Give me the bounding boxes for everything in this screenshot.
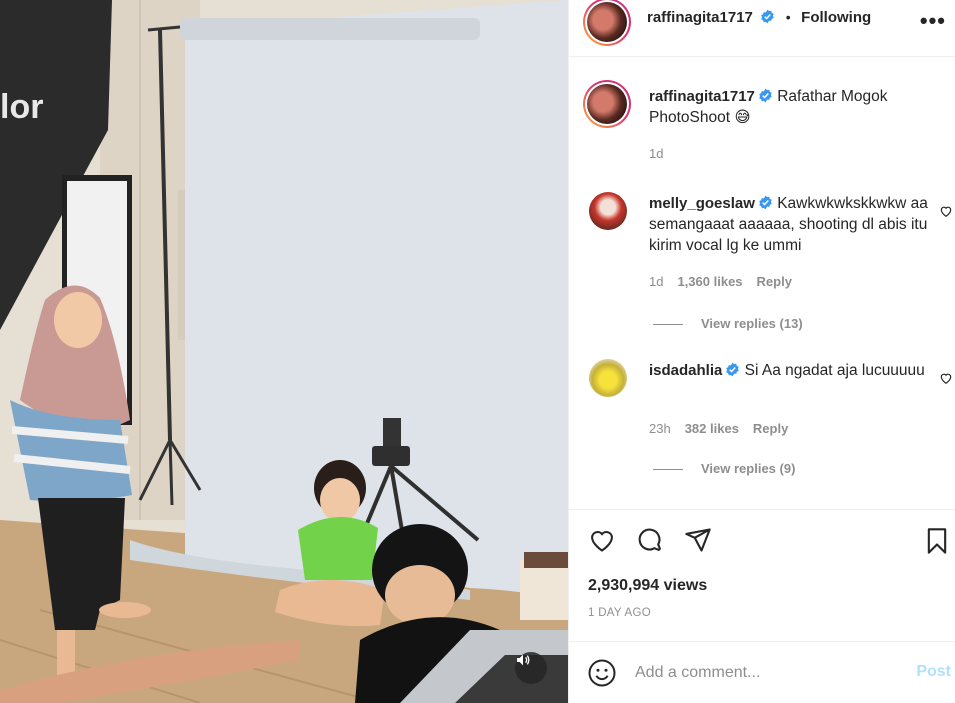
comment-meta: 23h 382 likes Reply: [649, 421, 802, 436]
view-replies-button[interactable]: View replies (9): [653, 461, 795, 476]
author-avatar[interactable]: [583, 0, 631, 46]
comment-item: melly_goeslaw Kawkwkwkskkwkw aa semangaa…: [583, 192, 953, 342]
post-header: raffinagita1717 • Following •••: [569, 0, 955, 57]
verified-badge-icon: [759, 88, 772, 103]
comment-reply-button[interactable]: Reply: [757, 274, 792, 289]
post-comment-button[interactable]: Post: [916, 663, 951, 681]
comment-composer: Post: [569, 641, 955, 703]
separator-dot: •: [785, 9, 791, 25]
comment-input[interactable]: [635, 660, 905, 686]
post-video[interactable]: lor: [0, 0, 568, 703]
comment-reply-button[interactable]: Reply: [753, 421, 788, 436]
comment-body: melly_goeslaw Kawkwkwkskkwkw aa semangaa…: [649, 193, 929, 256]
more-dots-icon[interactable]: •••: [920, 8, 946, 34]
comment-like-heart-icon[interactable]: [939, 204, 953, 218]
mute-toggle-button[interactable]: [515, 652, 547, 684]
commenter-username[interactable]: melly_goeslaw: [649, 195, 755, 212]
caption-author-avatar[interactable]: [583, 80, 631, 128]
emoji-smiley-icon[interactable]: [587, 658, 617, 688]
replies-divider-line: [653, 469, 683, 471]
comment-likes-count[interactable]: 1,360 likes: [677, 274, 742, 289]
softbox-logo-text: lor: [0, 88, 43, 126]
comment-body: isdadahlia Si Aa ngadat aja lucuuuuu: [649, 360, 929, 381]
like-heart-icon[interactable]: [587, 526, 617, 554]
comment-bubble-icon[interactable]: [635, 526, 665, 554]
verified-badge-icon: [761, 9, 775, 24]
post-date[interactable]: 1 DAY AGO: [588, 607, 651, 619]
view-replies-label: View replies (13): [701, 316, 803, 331]
replies-divider-line: [653, 324, 683, 326]
video-frame: lor: [0, 0, 568, 703]
speaker-icon: [517, 654, 530, 666]
caption-body: raffinagita1717 Rafathar Mogok PhotoShoo…: [649, 86, 929, 128]
post-sidebar: raffinagita1717 • Following ••• raffinag…: [568, 0, 955, 703]
save-bookmark-icon[interactable]: [923, 526, 951, 556]
view-count[interactable]: 2,930,994 views: [588, 577, 707, 595]
commenter-avatar[interactable]: [589, 192, 627, 230]
following-button[interactable]: Following: [801, 9, 871, 26]
commenter-username[interactable]: isdadahlia: [649, 362, 722, 379]
caption-timestamp[interactable]: 1d: [649, 146, 663, 161]
comment-like-heart-icon[interactable]: [939, 371, 953, 385]
caption-username[interactable]: raffinagita1717: [649, 88, 755, 105]
verified-badge-icon: [726, 362, 740, 377]
comment-item: isdadahlia Si Aa ngadat aja lucuuuuu 23h…: [583, 359, 953, 489]
comment-text: Si Aa ngadat aja lucuuuuu: [744, 362, 925, 379]
comment-meta: 1d 1,360 likes Reply: [649, 274, 806, 289]
comment-timestamp[interactable]: 23h: [649, 421, 671, 436]
view-replies-label: View replies (9): [701, 461, 796, 476]
author-username[interactable]: raffinagita1717: [647, 9, 753, 26]
verified-badge-icon: [759, 195, 772, 210]
share-paper-plane-icon[interactable]: [683, 526, 713, 554]
commenter-avatar[interactable]: [589, 359, 627, 397]
view-replies-button[interactable]: View replies (13): [653, 316, 803, 331]
post-action-bar: 2,930,994 views 1 DAY AGO: [569, 509, 955, 641]
comment-timestamp[interactable]: 1d: [649, 274, 663, 289]
comment-likes-count[interactable]: 382 likes: [685, 421, 739, 436]
